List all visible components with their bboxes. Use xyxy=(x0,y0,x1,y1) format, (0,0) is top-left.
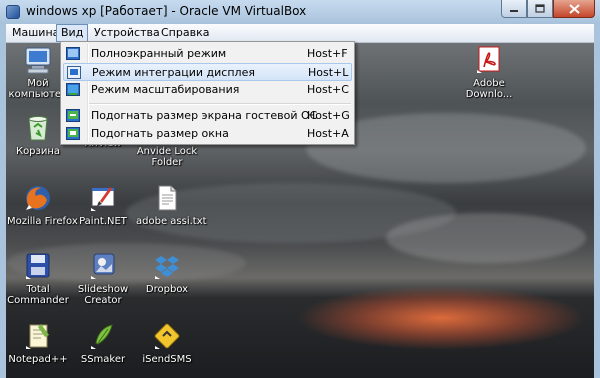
adjust-window-icon xyxy=(66,127,80,140)
desktop-icon-label: Total Commander xyxy=(7,284,69,306)
text-file-icon xyxy=(158,185,177,211)
virtualbox-app-icon xyxy=(6,5,20,19)
desktop-icon-notepadpp[interactable]: Notepad++ xyxy=(7,321,69,365)
desktop-icon-total-commander[interactable]: Total Commander xyxy=(7,251,69,306)
menu-devices[interactable]: Устройства xyxy=(90,25,164,41)
seamless-icon xyxy=(67,66,81,79)
ssmaker-icon xyxy=(91,324,113,349)
fullscreen-icon xyxy=(66,47,80,60)
desktop-icon-label: Mozilla Firefox xyxy=(7,216,78,227)
menu-item-adjust-guest[interactable]: Подогнать размер экрана гостевой ОС Host… xyxy=(63,107,352,125)
desktop-icon-slideshow-creator[interactable]: Slideshow Creator xyxy=(72,251,134,306)
desktop-icon-label: Notepad++ xyxy=(8,354,68,365)
menu-item-seamless[interactable]: Режим интеграции дисплея Host+L xyxy=(63,63,352,81)
menu-view[interactable]: Вид xyxy=(56,24,89,42)
menu-help[interactable]: Справка xyxy=(157,25,213,41)
desktop-icon-label: Anvide Lock Folder xyxy=(136,146,198,168)
recycle-bin-icon xyxy=(28,116,48,141)
my-computer-icon xyxy=(25,47,51,74)
paintnet-icon xyxy=(91,187,115,211)
close-button[interactable] xyxy=(553,0,595,18)
desktop-icon-ssmaker[interactable]: SSmaker xyxy=(72,321,134,365)
desktop-icon-label: iSendSMS xyxy=(142,354,192,365)
virtualbox-window: windows xp [Работает] - Oracle VM Virtua… xyxy=(0,0,600,378)
window-controls xyxy=(501,0,595,19)
menu-item-scale[interactable]: Режим масштабирования Host+C xyxy=(63,81,352,99)
desktop-icon-adobe[interactable]: Adobe Downlo... xyxy=(458,45,520,100)
notepadpp-icon xyxy=(26,324,49,349)
menu-item-fullscreen[interactable]: Полноэкранный режим Host+F xyxy=(63,45,352,63)
firefox-icon xyxy=(26,186,50,210)
title-bar[interactable]: windows xp [Работает] - Oracle VM Virtua… xyxy=(0,0,600,24)
minimize-button[interactable] xyxy=(501,0,527,18)
isendsms-icon xyxy=(154,323,180,349)
desktop-icon-label: adobe assi.txt xyxy=(136,216,207,227)
desktop-icon-label: Paint.NET xyxy=(79,216,127,227)
desktop-icon-text-file[interactable]: adobe assi.txt xyxy=(136,183,207,227)
minimize-icon xyxy=(510,9,518,12)
scale-icon xyxy=(66,83,80,96)
desktop-icon-label: Adobe Downlo... xyxy=(465,78,513,100)
maximize-button[interactable] xyxy=(527,0,553,18)
desktop-icon-label: Корзина xyxy=(15,146,61,157)
adjust-guest-icon xyxy=(66,109,80,122)
desktop-icon-label: Dropbox xyxy=(145,284,189,295)
dropbox-icon xyxy=(155,256,179,279)
desktop-icon-label: Slideshow Creator xyxy=(77,284,129,306)
maximize-icon xyxy=(535,4,545,13)
desktop-icon-paintnet[interactable]: Paint.NET xyxy=(72,183,134,227)
adobe-icon xyxy=(477,46,500,73)
menu-separator xyxy=(89,103,351,105)
close-icon xyxy=(568,3,580,14)
view-menu-dropdown: Полноэкранный режим Host+F Режим интегра… xyxy=(60,41,355,145)
desktop-icon-firefox[interactable]: Mozilla Firefox xyxy=(7,183,78,227)
desktop-icon-dropbox[interactable]: Dropbox xyxy=(136,251,198,295)
total-commander-icon xyxy=(26,253,50,279)
desktop-icon-label: SSmaker xyxy=(80,354,126,365)
slideshow-creator-icon xyxy=(91,253,115,279)
desktop-icon-isendsms[interactable]: iSendSMS xyxy=(136,321,198,365)
window-title: windows xp [Работает] - Oracle VM Virtua… xyxy=(26,4,307,18)
menu-item-adjust-window[interactable]: Подогнать размер окна Host+A xyxy=(63,125,352,143)
